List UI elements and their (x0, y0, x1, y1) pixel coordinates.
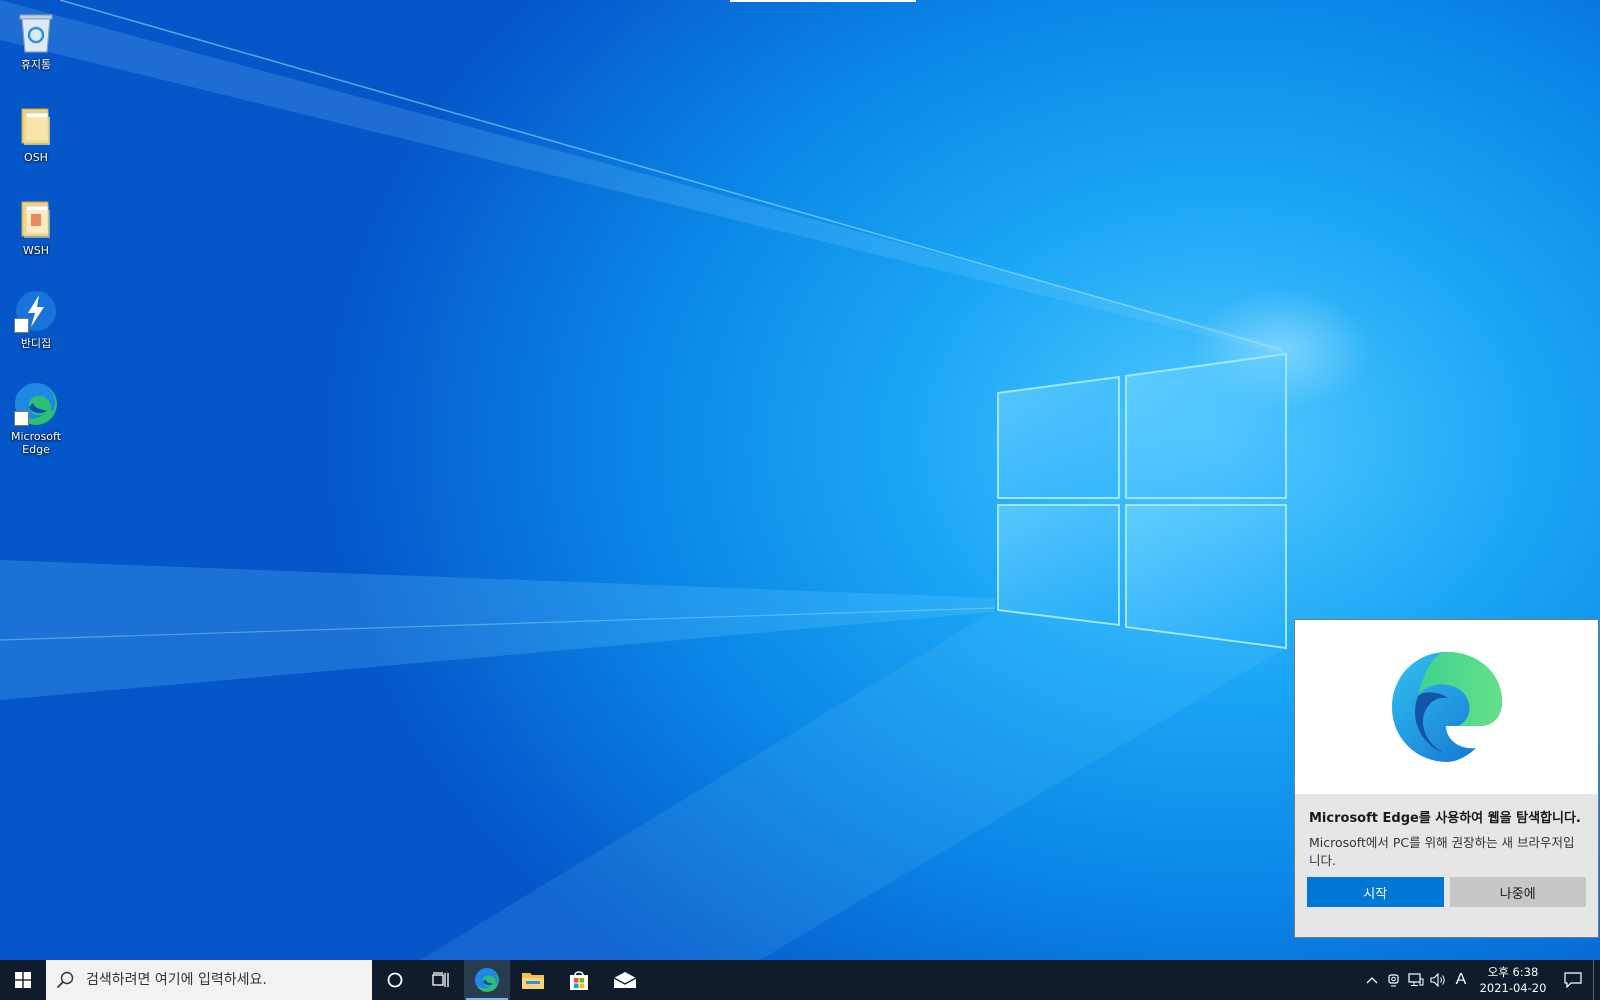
clock-date: 2021-04-20 (1479, 981, 1547, 995)
desktop-icon-bandizip[interactable]: 반디집 (6, 287, 66, 350)
taskbar: A 오후 6:38 2021-04-20 (0, 960, 1600, 1000)
task-view-button[interactable] (418, 960, 464, 1000)
desktop-icon-label: 반디집 (20, 337, 52, 350)
desktop-icon-microsoft-edge[interactable]: Microsoft Edge (6, 380, 66, 456)
edge-notification-toast[interactable]: Microsoft Edge를 사용하여 웹을 탐색합니다. Microsoft… (1294, 619, 1599, 938)
desktop-icon-label: 휴지통 (20, 58, 52, 71)
search-input[interactable] (84, 971, 368, 989)
edge-icon (1391, 652, 1502, 762)
folder-icon (12, 101, 60, 149)
mail-icon (613, 972, 637, 988)
toast-actions: 시작 나중에 (1307, 877, 1586, 907)
windows-start-icon (15, 972, 31, 988)
cortana-button[interactable] (372, 960, 418, 1000)
store-icon (570, 971, 588, 990)
desktop-icon-label: Microsoft Edge (10, 430, 62, 456)
recycle-bin-icon (12, 8, 60, 56)
toast-body: Microsoft에서 PC를 위해 권장하는 새 브라우저입니다. (1309, 835, 1575, 868)
taskbar-app-edge[interactable] (464, 960, 510, 1000)
edge-icon (475, 968, 499, 992)
toast-hero (1295, 620, 1598, 794)
desktop-icon-osh-folder[interactable]: OSH (6, 101, 66, 164)
cortana-circle-icon (387, 972, 403, 988)
top-edge-strip (730, 0, 916, 2)
later-button[interactable]: 나중에 (1449, 877, 1586, 907)
show-desktop-button[interactable] (1593, 960, 1600, 1000)
input-method-indicator[interactable]: A (1449, 971, 1473, 989)
start-button[interactable]: 시작 (1307, 877, 1444, 907)
task-view-icon (432, 972, 449, 987)
desktop-icon-wsh-folder[interactable]: WSH (6, 194, 66, 257)
start-button[interactable] (0, 960, 46, 1000)
shortcut-arrow-icon (14, 318, 29, 333)
meet-now-icon[interactable] (1383, 960, 1405, 1000)
desktop-icon-label: WSH (22, 244, 50, 257)
taskbar-app-mail[interactable] (602, 960, 648, 1000)
toast-title: Microsoft Edge를 사용하여 웹을 탐색합니다. (1309, 811, 1581, 826)
clock[interactable]: 오후 6:38 2021-04-20 (1473, 964, 1553, 996)
network-icon[interactable] (1405, 960, 1427, 1000)
shortcut-arrow-icon (14, 411, 29, 426)
bandizip-icon (12, 287, 60, 335)
system-tray: A 오후 6:38 2021-04-20 (1361, 960, 1600, 1000)
desktop[interactable]: 휴지통 OSH WSH 반디집 Microsoft Edge Microsoft… (0, 0, 1600, 960)
desktop-icon-recycle-bin[interactable]: 휴지통 (6, 8, 66, 71)
volume-icon[interactable] (1427, 960, 1449, 1000)
taskbar-search-box[interactable] (46, 960, 372, 1000)
file-explorer-icon (522, 973, 544, 989)
folder-icon (12, 194, 60, 242)
edge-icon (12, 380, 60, 428)
search-icon (56, 971, 74, 989)
show-hidden-icons-chevron-up-icon[interactable] (1361, 960, 1383, 1000)
taskbar-app-store[interactable] (556, 960, 602, 1000)
action-center-button[interactable] (1553, 960, 1593, 1000)
taskbar-app-file-explorer[interactable] (510, 960, 556, 1000)
desktop-icon-label: OSH (24, 151, 48, 164)
notification-icon (1564, 972, 1582, 988)
clock-time: 오후 6:38 (1487, 965, 1539, 979)
